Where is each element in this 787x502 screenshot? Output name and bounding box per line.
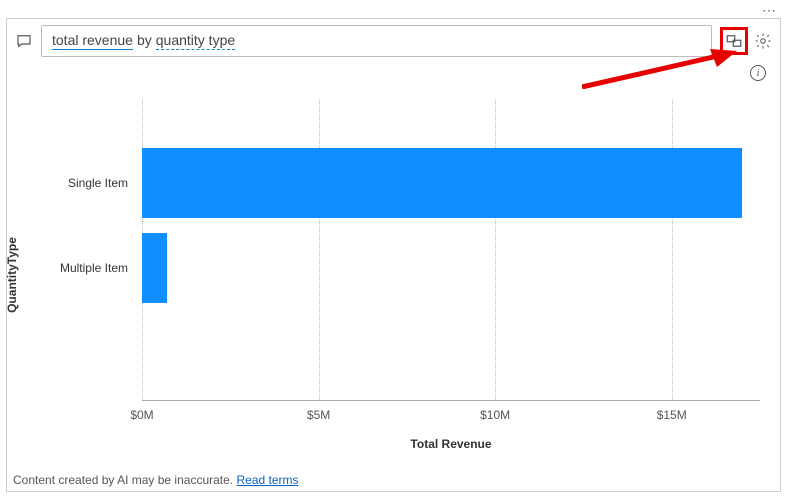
- y-axis-title: QuantityType: [5, 237, 19, 313]
- query-term-dimension: quantity type: [156, 32, 235, 50]
- highlight-annotation: [720, 27, 748, 55]
- chat-icon: [15, 32, 33, 50]
- x-tick-label: $15M: [657, 408, 687, 422]
- chart-plot: $0M$5M$10M$15MSingle ItemMultiple Item: [142, 99, 760, 401]
- query-term-by: by: [137, 32, 152, 48]
- x-axis-title: Total Revenue: [142, 437, 760, 451]
- category-label: Multiple Item: [60, 261, 128, 275]
- gear-icon[interactable]: [754, 32, 772, 50]
- query-term-measure: total revenue: [52, 32, 133, 50]
- bar[interactable]: [142, 233, 167, 303]
- chart-area: QuantityType $0M$5M$10M$15MSingle ItemMu…: [17, 99, 760, 451]
- ai-disclaimer-text: Content created by AI may be inaccurate.: [13, 473, 233, 487]
- category-label: Single Item: [68, 176, 128, 190]
- qa-visual-card: total revenue by quantity type: [6, 18, 781, 492]
- x-tick-label: $5M: [307, 408, 330, 422]
- bar[interactable]: [142, 148, 742, 218]
- toolbar-icons: [720, 27, 772, 55]
- convert-visual-icon[interactable]: [725, 32, 743, 50]
- card-overflow-menu[interactable]: ⋯: [762, 2, 777, 19]
- read-terms-link[interactable]: Read terms: [236, 473, 298, 487]
- ai-disclaimer: Content created by AI may be inaccurate.…: [13, 473, 299, 487]
- bar-row: Multiple Item: [142, 233, 760, 303]
- info-icon[interactable]: i: [750, 65, 766, 81]
- bar-row: Single Item: [142, 148, 760, 218]
- topbar: total revenue by quantity type: [7, 19, 780, 63]
- x-tick-label: $10M: [480, 408, 510, 422]
- qa-query-input[interactable]: total revenue by quantity type: [41, 25, 712, 57]
- x-tick-label: $0M: [130, 408, 153, 422]
